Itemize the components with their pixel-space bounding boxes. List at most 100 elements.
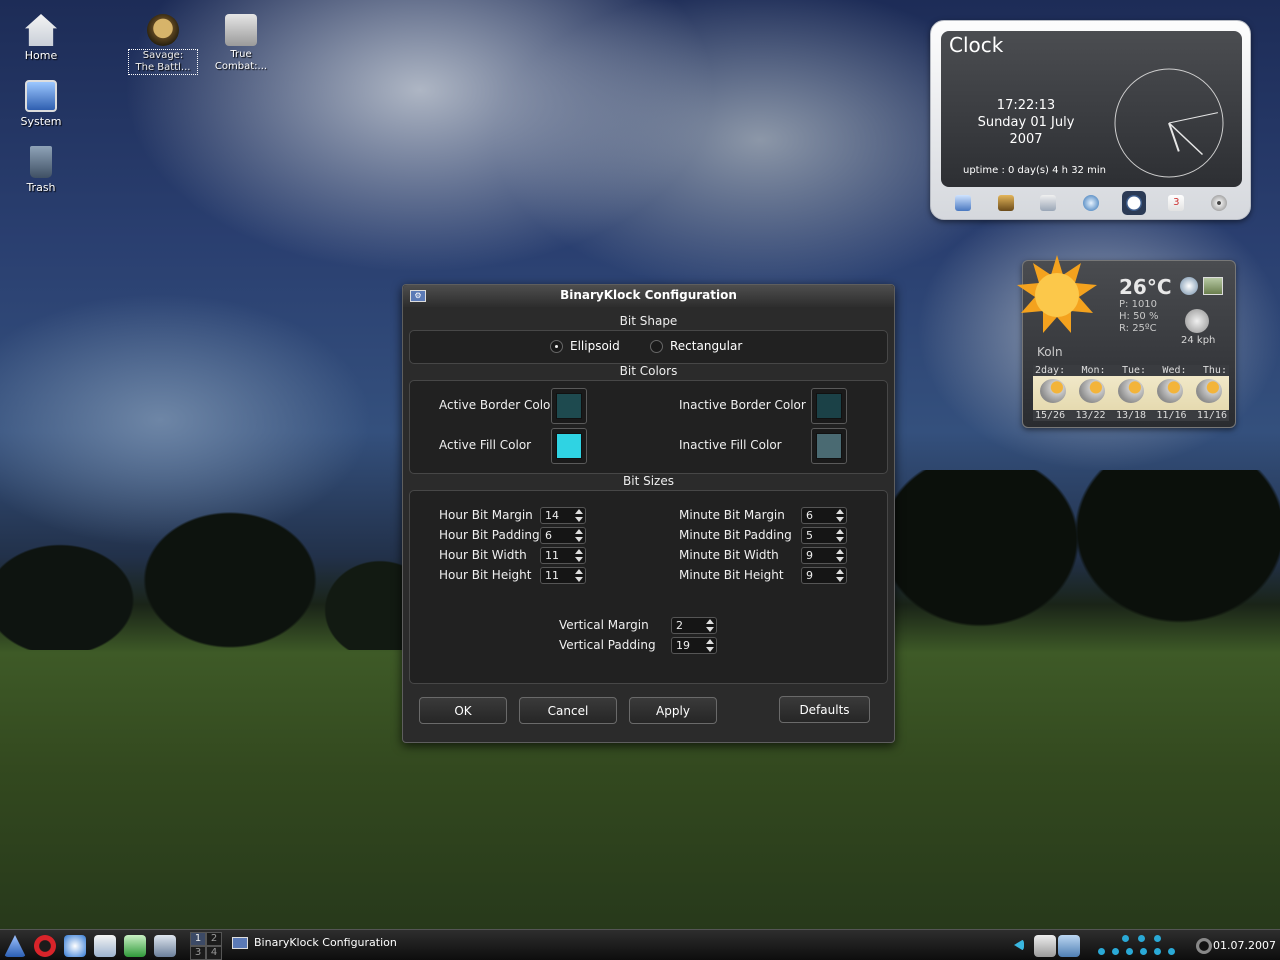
minute-bit-padding-label: Minute Bit Padding <box>679 528 792 542</box>
spin-value: 6 <box>545 529 552 542</box>
minute-bit-padding-spinbox[interactable]: 5 <box>801 527 847 544</box>
active-border-color-button[interactable] <box>551 388 587 424</box>
desktop-pager[interactable]: 1 2 3 4 <box>190 932 222 960</box>
map-icon[interactable] <box>1203 277 1223 295</box>
spin-arrows-icon[interactable] <box>575 529 583 542</box>
pager-desktop-2[interactable]: 2 <box>206 932 222 946</box>
globe-icon[interactable] <box>1180 277 1198 295</box>
hour-bit-margin-spinbox[interactable]: 14 <box>540 507 586 524</box>
trash-icon <box>30 146 52 178</box>
window-icon <box>232 936 248 949</box>
color-swatch <box>556 433 582 459</box>
clock-tray-icon[interactable] <box>1196 938 1212 954</box>
calendar-icon[interactable]: 3 <box>1164 191 1188 215</box>
spin-arrows-icon[interactable] <box>836 569 844 582</box>
terminal-icon[interactable] <box>154 935 176 957</box>
clock-date-line2: 2007 <box>1009 132 1043 147</box>
desktop-icon-label: System <box>20 115 62 128</box>
spin-arrows-icon[interactable] <box>706 639 714 652</box>
forecast-temp: 11/16 <box>1156 410 1187 421</box>
spin-arrows-icon[interactable] <box>836 549 844 562</box>
tray-collapse-icon[interactable] <box>1014 939 1024 951</box>
kde-menu-icon[interactable] <box>4 935 26 957</box>
minute-bit-margin-spinbox[interactable]: 6 <box>801 507 847 524</box>
forecast-day: 2day: <box>1035 365 1066 376</box>
computer-icon[interactable] <box>951 191 975 215</box>
desktop-icon-true-combat[interactable]: True Combat:... <box>206 14 276 73</box>
apply-button[interactable]: Apply <box>629 697 717 724</box>
vertical-margin-label: Vertical Margin <box>559 618 649 632</box>
radio-ellipsoid[interactable]: Ellipsoid <box>550 339 620 353</box>
radio-indicator[interactable] <box>650 339 663 353</box>
opera-icon[interactable] <box>34 935 56 957</box>
inactive-border-label: Inactive Border Color <box>679 398 806 412</box>
spin-arrows-icon[interactable] <box>836 509 844 522</box>
rain-icon <box>1196 379 1223 403</box>
network-icon[interactable] <box>1079 191 1103 215</box>
hour-bit-padding-spinbox[interactable]: 6 <box>540 527 586 544</box>
minute-bit-margin-label: Minute Bit Margin <box>679 508 785 522</box>
spin-arrows-icon[interactable] <box>836 529 844 542</box>
spin-value: 19 <box>676 639 690 652</box>
clock-icon[interactable] <box>1121 191 1146 215</box>
inactive-fill-label: Inactive Fill Color <box>679 438 782 452</box>
rain-icon <box>1078 379 1105 403</box>
cpu-icon[interactable] <box>994 191 1018 215</box>
drive-icon[interactable] <box>1036 191 1060 215</box>
ok-button[interactable]: OK <box>419 697 507 724</box>
pager-desktop-1[interactable]: 1 <box>190 932 206 946</box>
spin-arrows-icon[interactable] <box>575 549 583 562</box>
bit-shape-group: Ellipsoid Rectangular <box>409 330 888 364</box>
spin-arrows-icon[interactable] <box>575 509 583 522</box>
desktop-icon-savage[interactable]: Savage: The Battl... <box>128 14 198 75</box>
taskbar-date[interactable]: 01.07.2007 <box>1213 939 1276 952</box>
active-fill-color-button[interactable] <box>551 428 587 464</box>
bit-colors-title: Bit Colors <box>619 364 678 378</box>
defaults-button[interactable]: Defaults <box>779 696 870 723</box>
vertical-padding-spinbox[interactable]: 19 <box>671 637 717 654</box>
forecast-temp: 11/16 <box>1196 410 1227 421</box>
cancel-button[interactable]: Cancel <box>519 697 617 724</box>
clock-title: Clock <box>949 33 1004 57</box>
forecast-temp: 13/22 <box>1075 410 1106 421</box>
spin-arrows-icon[interactable] <box>575 569 583 582</box>
minute-bit-width-spinbox[interactable]: 9 <box>801 547 847 564</box>
spin-value: 5 <box>806 529 813 542</box>
hour-bit-width-label: Hour Bit Width <box>439 548 527 562</box>
forecast-temps: 15/26 13/22 13/18 11/16 11/16 <box>1033 410 1229 421</box>
spin-arrows-icon[interactable] <box>706 619 714 632</box>
inactive-fill-color-button[interactable] <box>811 428 847 464</box>
desktop-icon-home[interactable]: Home <box>6 14 76 62</box>
file-manager-icon[interactable] <box>94 935 116 957</box>
minute-bit-height-spinbox[interactable]: 9 <box>801 567 847 584</box>
clock-widget[interactable]: Clock 17:22:13 Sunday 01 July 2007 uptim… <box>930 20 1251 220</box>
taskbar-task-binaryklock[interactable]: BinaryKlock Configuration <box>232 936 397 949</box>
forecast-day: Tue: <box>1121 365 1147 376</box>
inactive-border-color-button[interactable] <box>811 388 847 424</box>
klipper-icon[interactable] <box>1034 935 1056 957</box>
network-monitor-icon[interactable] <box>1058 935 1080 957</box>
savage-game-icon <box>147 14 179 46</box>
radio-rectangular[interactable]: Rectangular <box>650 339 742 353</box>
forecast-temp: 13/18 <box>1115 410 1147 421</box>
desktop-icon-trash[interactable]: Trash <box>6 146 76 194</box>
hour-bit-width-spinbox[interactable]: 11 <box>540 547 586 564</box>
bit-colors-group: Active Border Color Active Fill Color In… <box>409 380 888 474</box>
spin-value: 11 <box>545 569 559 582</box>
true-combat-game-icon <box>225 14 257 46</box>
radio-label: Ellipsoid <box>570 339 620 353</box>
desktop-icon-system[interactable]: System <box>6 80 76 128</box>
cd-icon[interactable] <box>1207 191 1231 215</box>
active-fill-label: Active Fill Color <box>439 438 532 452</box>
konqueror-icon[interactable] <box>64 935 86 957</box>
titlebar[interactable]: ⚙ BinaryKlock Configuration <box>403 285 894 307</box>
pager-desktop-4[interactable]: 4 <box>206 946 222 960</box>
weather-widget[interactable]: 26°C P: 1010 H: 50 % R: 25ºC 24 kph Koln… <box>1017 255 1236 428</box>
app-icon[interactable] <box>124 935 146 957</box>
vertical-margin-spinbox[interactable]: 2 <box>671 617 717 634</box>
radio-indicator[interactable] <box>550 339 563 353</box>
minute-bit-height-label: Minute Bit Height <box>679 568 784 582</box>
hour-bit-height-spinbox[interactable]: 11 <box>540 567 586 584</box>
pager-desktop-3[interactable]: 3 <box>190 946 206 960</box>
forecast-temp: 15/26 <box>1035 410 1066 421</box>
